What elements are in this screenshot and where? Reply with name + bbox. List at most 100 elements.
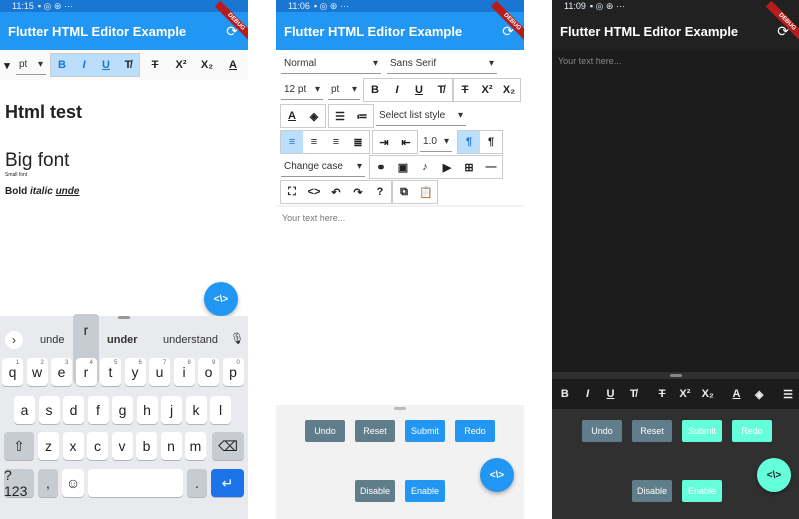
key-x[interactable]: x	[62, 432, 84, 460]
clear-format-icon[interactable]: T̸	[622, 383, 644, 405]
key-l[interactable]: l	[210, 396, 231, 424]
audio-icon[interactable]: ♪	[414, 156, 436, 178]
suggestion-3[interactable]: understand	[163, 334, 218, 346]
help-icon[interactable]: ?	[369, 181, 391, 203]
key-b[interactable]: b	[136, 432, 157, 460]
code-view-fab[interactable]: <\>	[480, 458, 514, 492]
resize-handle[interactable]	[670, 374, 682, 377]
key-u[interactable]: u	[149, 358, 170, 386]
superscript-icon[interactable]: X²	[674, 383, 696, 405]
dropdown-arrow-icon[interactable]: ▾	[2, 54, 12, 76]
font-size-dropdown[interactable]: 12 pt ▾	[281, 80, 323, 100]
strikethrough-icon[interactable]: T	[651, 383, 673, 405]
outdent-icon[interactable]: ⇤	[395, 131, 417, 153]
strikethrough-icon[interactable]: T	[454, 79, 476, 101]
suggestion-1[interactable]: unde	[40, 334, 64, 346]
text-color-icon[interactable]: A	[726, 383, 748, 405]
suggestion-2[interactable]: under	[107, 334, 138, 346]
subscript-icon[interactable]: X₂	[498, 79, 520, 101]
code-view-icon[interactable]: <>	[303, 181, 325, 203]
symbols-key[interactable]: ?123	[4, 467, 34, 499]
key-y[interactable]: y	[124, 358, 146, 386]
key-a[interactable]: a	[14, 396, 35, 424]
key-c[interactable]: c	[87, 432, 108, 460]
font-unit-dropdown[interactable]: pt ▾	[328, 80, 360, 100]
bullet-list-icon[interactable]: ☰	[777, 383, 799, 405]
editor-content[interactable]: Your text here...	[276, 207, 524, 405]
list-style-dropdown[interactable]: Select list style ▾	[376, 106, 466, 126]
fullscreen-icon[interactable]: ⛶	[281, 181, 303, 203]
emoji-key-icon[interactable]: ☺	[62, 469, 84, 497]
enable-button[interactable]: Enable	[405, 480, 445, 502]
space-key[interactable]	[88, 469, 183, 497]
indent-icon[interactable]: ⇥	[373, 131, 395, 153]
submit-button[interactable]: Submit	[405, 420, 445, 442]
clear-format-icon[interactable]: T̸	[117, 54, 139, 76]
clear-format-icon[interactable]: T̸	[430, 79, 452, 101]
style-dropdown[interactable]: Normal ▾	[281, 54, 381, 74]
numbered-list-icon[interactable]: ≔	[351, 105, 373, 127]
underline-icon[interactable]: U	[95, 54, 117, 76]
paste-icon[interactable]: 📋	[415, 181, 437, 203]
key-v[interactable]: v	[111, 432, 133, 460]
link-icon[interactable]: ⚭	[370, 156, 392, 178]
font-size-unit-dropdown[interactable]: pt ▾	[16, 55, 46, 75]
key-m[interactable]: m	[185, 432, 206, 460]
italic-icon[interactable]: I	[386, 79, 408, 101]
line-height-dropdown[interactable]: 1.0 ▾	[420, 132, 452, 152]
key-s[interactable]: s	[38, 396, 60, 424]
italic-icon[interactable]: I	[577, 383, 599, 405]
align-right-icon[interactable]: ≡	[325, 131, 347, 153]
text-color-icon[interactable]: A	[281, 105, 303, 127]
strikethrough-icon[interactable]: T	[144, 54, 166, 76]
underline-icon[interactable]: U	[600, 383, 622, 405]
highlight-color-icon[interactable]: ◈	[303, 105, 325, 127]
key-z[interactable]: z	[38, 432, 59, 460]
align-center-icon[interactable]: ≡	[303, 131, 325, 153]
key-d[interactable]: d	[63, 396, 84, 424]
backspace-key-icon[interactable]: ⌫	[212, 432, 244, 460]
highlight-color-icon[interactable]: ◈	[748, 383, 770, 405]
key-g[interactable]: g	[112, 396, 133, 424]
undo-icon[interactable]: ↶	[325, 181, 347, 203]
video-icon[interactable]: ▶	[436, 156, 458, 178]
key-p[interactable]: p	[222, 358, 244, 386]
key-n[interactable]: n	[160, 432, 182, 460]
key-k[interactable]: k	[185, 396, 207, 424]
copy-icon[interactable]: ⧉	[393, 181, 415, 203]
key-e[interactable]: e	[51, 358, 72, 386]
bold-icon[interactable]: B	[51, 54, 73, 76]
code-view-fab[interactable]: <\>	[204, 282, 238, 316]
redo-button[interactable]: Redo	[732, 420, 772, 442]
underline-icon[interactable]: U	[408, 79, 430, 101]
enable-button[interactable]: Enable	[682, 480, 722, 502]
bullet-list-icon[interactable]: ☰	[329, 105, 351, 127]
editor-content[interactable]: Your text here...	[552, 50, 799, 372]
reset-button[interactable]: Reset	[632, 420, 672, 442]
undo-button[interactable]: Undo	[305, 420, 345, 442]
key-j[interactable]: j	[161, 396, 182, 424]
key-o[interactable]: o	[198, 358, 219, 386]
bold-icon[interactable]: B	[364, 79, 386, 101]
mic-icon[interactable]: 🎙	[230, 332, 244, 345]
table-icon[interactable]: ⊞	[458, 156, 480, 178]
redo-icon[interactable]: ↷	[347, 181, 369, 203]
text-color-icon[interactable]: A	[222, 54, 244, 76]
key-r[interactable]: r	[75, 358, 97, 386]
ltr-icon[interactable]: ¶	[458, 131, 480, 153]
disable-button[interactable]: Disable	[632, 480, 672, 502]
key-q[interactable]: q	[2, 358, 23, 386]
expand-icon[interactable]: ›	[5, 331, 23, 349]
key-f[interactable]: f	[87, 396, 109, 424]
change-case-dropdown[interactable]: Change case ▾	[281, 157, 365, 177]
submit-button[interactable]: Submit	[682, 420, 722, 442]
editor-content[interactable]: Html test Big font Small font Bold itali…	[0, 80, 248, 316]
rtl-icon[interactable]: ¶	[480, 131, 502, 153]
resize-handle[interactable]	[394, 407, 406, 410]
font-dropdown[interactable]: Sans Serif ▾	[387, 54, 497, 74]
shift-key-icon[interactable]: ⇧	[4, 432, 34, 460]
key-t[interactable]: t	[100, 358, 121, 386]
comma-key[interactable]: ,	[38, 469, 58, 497]
superscript-icon[interactable]: X²	[170, 54, 192, 76]
reset-button[interactable]: Reset	[355, 420, 395, 442]
